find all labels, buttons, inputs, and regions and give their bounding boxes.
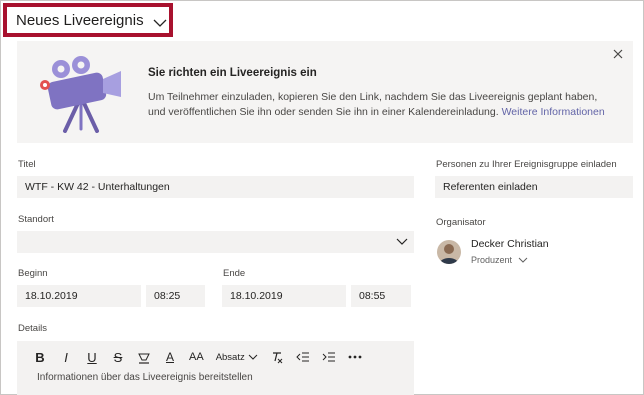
clear-formatting-icon <box>272 352 283 364</box>
organizer-role: Produzent <box>471 255 513 265</box>
chevron-down-icon <box>248 354 258 360</box>
event-type-dropdown[interactable]: Neues Liveereignis <box>3 3 173 37</box>
video-camera-illustration <box>35 51 125 133</box>
page-title: Neues Liveereignis <box>16 11 144 29</box>
title-input[interactable]: WTF - KW 42 - Unterhaltungen <box>17 176 414 198</box>
increase-indent-icon <box>322 352 335 362</box>
start-date-input[interactable]: 18.10.2019 <box>17 285 141 307</box>
location-dropdown[interactable] <box>17 231 414 253</box>
decrease-indent-icon <box>296 352 309 362</box>
learn-more-link[interactable]: Weitere Informationen <box>502 106 605 118</box>
start-time-input[interactable]: 08:25 <box>146 285 205 307</box>
increase-indent-button[interactable] <box>322 347 336 367</box>
more-options-button[interactable] <box>348 347 362 367</box>
close-icon[interactable] <box>611 47 625 61</box>
clear-formatting-button[interactable] <box>270 347 284 367</box>
chevron-down-icon <box>153 15 167 27</box>
details-label: Details <box>18 323 48 334</box>
font-size-button[interactable]: AA <box>189 347 204 367</box>
avatar <box>437 240 461 264</box>
end-label: Ende <box>223 268 246 279</box>
highlight-icon <box>138 353 150 364</box>
organizer-name: Decker Christian <box>471 238 549 250</box>
end-time-input[interactable]: 08:55 <box>351 285 411 307</box>
app-window: Neues Liveereignis Sie richten ein Livee… <box>0 0 644 395</box>
title-label: Titel <box>18 159 36 170</box>
highlight-button[interactable] <box>137 347 151 367</box>
banner-title: Sie richten ein Liveereignis ein <box>148 67 317 79</box>
paragraph-label: Absatz <box>215 351 245 363</box>
italic-button[interactable]: I <box>59 347 73 367</box>
underline-button[interactable]: U <box>85 347 99 367</box>
decrease-indent-button[interactable] <box>296 347 310 367</box>
details-textarea[interactable]: Informationen über das Liveereignis bere… <box>17 371 414 395</box>
formatting-toolbar: B I U S A AA Absatz <box>17 341 414 373</box>
end-date-input[interactable]: 18.10.2019 <box>222 285 346 307</box>
start-label: Beginn <box>18 268 48 279</box>
chevron-down-icon <box>396 237 408 247</box>
location-label: Standort <box>18 214 54 225</box>
invite-presenters-input[interactable]: Referenten einladen <box>435 176 633 198</box>
info-banner: Sie richten ein Liveereignis ein Um Teil… <box>17 41 633 143</box>
strikethrough-button[interactable]: S <box>111 347 125 367</box>
organizer-role-dropdown[interactable]: Produzent <box>471 255 528 265</box>
more-icon <box>348 355 362 359</box>
paragraph-dropdown[interactable]: Absatz <box>216 347 258 367</box>
bold-button[interactable]: B <box>33 347 47 367</box>
banner-text: Um Teilnehmer einzuladen, kopieren Sie d… <box>148 90 614 120</box>
people-label: Personen zu Ihrer Ereignisgruppe einlade… <box>436 159 617 170</box>
font-color-button[interactable]: A <box>163 347 177 367</box>
organizer-label: Organisator <box>436 217 486 228</box>
chevron-down-icon <box>518 257 528 263</box>
